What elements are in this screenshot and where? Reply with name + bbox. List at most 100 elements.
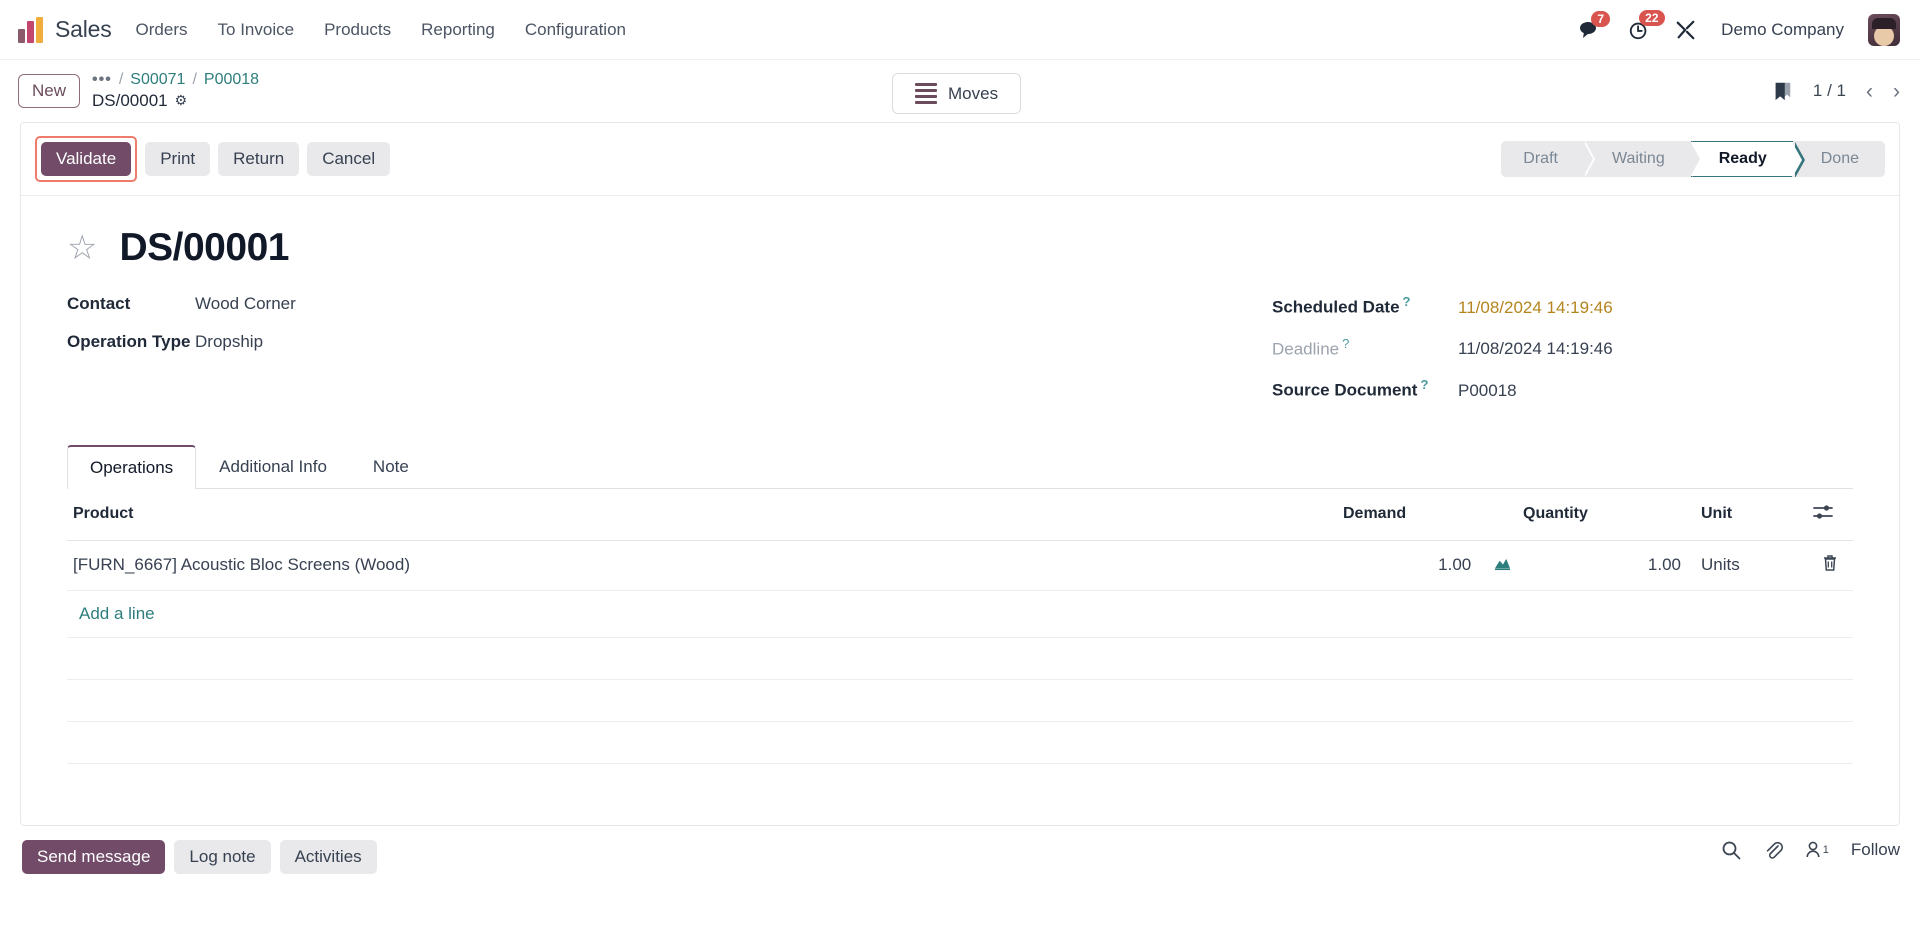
pager: 1 / 1 ‹ › [1771,79,1900,103]
favorite-star-icon[interactable]: ☆ [67,231,97,265]
field-operation-type: Operation Type Dropship [67,332,960,352]
empty-row [67,679,1853,722]
empty-row [67,721,1853,764]
menu-item-products[interactable]: Products [324,20,391,40]
odoo-logo-icon [18,16,43,43]
column-header-demand[interactable]: Demand [1337,488,1517,541]
field-deadline-value[interactable]: 11/08/2024 14:19:46 [1458,339,1613,359]
form-column-right: Scheduled Date? 11/08/2024 14:19:46 Dead… [960,294,1853,419]
tab-operations[interactable]: Operations [67,444,197,489]
cell-unit[interactable]: Units [1687,540,1807,591]
column-options-button[interactable] [1807,488,1853,541]
field-deadline-label: Deadline? [1272,335,1350,359]
navbar-right-area: 7 22 Demo Company [1579,9,1900,46]
breadcrumb-separator-1: / [118,71,124,89]
menu-item-reporting[interactable]: Reporting [421,20,495,40]
status-ready[interactable]: Ready [1690,141,1805,177]
follow-button[interactable]: Follow [1851,840,1900,860]
tab-additional-info[interactable]: Additional Info [196,445,350,489]
activities-badge: 22 [1639,9,1665,26]
table-header-row: Product Demand Quantity Unit [67,488,1853,541]
moves-smart-button[interactable]: Moves [892,73,1022,114]
add-a-line-button[interactable]: Add a line [73,591,161,637]
add-line-row: Add a line [67,590,1853,638]
chatter: Send message Log note Activities 1 Follo… [0,826,1920,926]
moves-smart-button-label: Moves [948,83,999,103]
help-tooltip-icon: ? [1402,294,1411,309]
field-contact-value[interactable]: Wood Corner [195,294,296,314]
field-scheduled-date-value[interactable]: 11/08/2024 14:19:46 [1458,298,1613,318]
pager-next-button[interactable]: › [1893,81,1900,102]
field-source-document-label: Source Document? [1272,377,1429,400]
breadcrumb-bar: New ••• / S00071 / P00018 DS/00001 ⚙ Mov… [0,60,1920,122]
field-scheduled-date: Scheduled Date? 11/08/2024 14:19:46 [1272,294,1853,318]
column-header-quantity[interactable]: Quantity [1517,488,1687,541]
help-tooltip-icon: ? [1420,377,1429,393]
trash-icon[interactable] [1822,555,1838,576]
bars-icon [915,83,937,104]
status-done[interactable]: Done [1792,141,1885,177]
validate-button[interactable]: Validate [41,142,132,176]
log-note-button[interactable]: Log note [174,840,271,874]
menu-item-configuration[interactable]: Configuration [525,20,626,40]
print-button[interactable]: Print [145,142,211,176]
followers-button[interactable]: 1 [1805,840,1829,860]
tab-note[interactable]: Note [350,445,432,489]
notebook: Operations Additional Info Note Product … [67,444,1853,764]
delete-row-button[interactable] [1807,540,1853,591]
form-status-row: Validate Print Return Cancel Draft Waiti… [21,123,1899,196]
activities-button[interactable]: Activities [279,840,377,874]
cell-demand[interactable]: 1.00 [1337,540,1517,591]
breadcrumb-link-s00071[interactable]: S00071 [130,70,185,90]
status-waiting[interactable]: Waiting [1583,141,1702,177]
app-name[interactable]: Sales [55,16,112,43]
follower-count: 1 [1822,844,1829,856]
company-selector[interactable]: Demo Company [1721,20,1844,40]
help-tooltip-icon: ? [1342,335,1350,351]
column-header-unit[interactable]: Unit [1687,488,1807,541]
main-menu: Orders To Invoice Products Reporting Con… [136,20,626,40]
form-columns: Contact Wood Corner Operation Type Drops… [67,294,1853,419]
tools-icon[interactable] [1675,19,1697,41]
activity-clock-icon[interactable]: 22 [1627,9,1665,41]
form-body: ☆ DS/00001 Contact Wood Corner Operation… [21,196,1899,825]
field-scheduled-date-label: Scheduled Date? [1272,294,1411,317]
send-message-button[interactable]: Send message [22,840,166,874]
return-button[interactable]: Return [218,142,300,176]
notebook-tabs: Operations Additional Info Note [67,444,1853,489]
bookmark-icon[interactable] [1771,79,1793,103]
new-button[interactable]: New [18,74,81,108]
field-deadline: Deadline? 11/08/2024 14:19:46 [1272,336,1853,360]
messages-icon[interactable]: 7 [1579,10,1611,40]
attachment-paperclip-icon[interactable] [1763,840,1783,860]
pager-count[interactable]: 1 / 1 [1813,81,1846,101]
menu-item-to-invoice[interactable]: To Invoice [218,20,295,40]
column-header-product[interactable]: Product [67,488,1337,541]
top-navbar: Sales Orders To Invoice Products Reporti… [0,0,1920,60]
form-action-buttons: Validate Print Return Cancel [35,136,391,182]
empty-row [67,637,1853,680]
field-contact: Contact Wood Corner [67,294,960,314]
forecast-report-icon[interactable] [1494,556,1511,576]
status-draft[interactable]: Draft [1501,141,1595,177]
breadcrumb-link-p00018[interactable]: P00018 [204,70,259,90]
breadcrumb-current-record: DS/00001 [92,91,168,111]
page-title: DS/00001 [119,226,289,269]
cancel-button[interactable]: Cancel [307,142,391,176]
operations-table: Product Demand Quantity Unit [FURN_6667]… [67,488,1853,764]
table-row[interactable]: [FURN_6667] Acoustic Bloc Screens (Wood)… [67,540,1853,591]
breadcrumb-separator-2: / [192,71,197,89]
pager-previous-button[interactable]: ‹ [1866,81,1873,102]
search-icon[interactable] [1721,840,1741,860]
field-source-document-value[interactable]: P00018 [1458,381,1517,401]
cell-quantity[interactable]: 1.00 [1517,540,1687,591]
field-operation-type-value[interactable]: Dropship [195,332,263,352]
cell-product[interactable]: [FURN_6667] Acoustic Bloc Screens (Wood) [67,540,1337,591]
menu-item-orders[interactable]: Orders [136,20,188,40]
breadcrumb-overflow-button[interactable]: ••• [92,70,112,90]
sliders-icon[interactable] [1813,505,1833,525]
avatar[interactable] [1868,13,1900,46]
form-column-left: Contact Wood Corner Operation Type Drops… [67,294,960,419]
chatter-buttons: Send message Log note Activities [22,840,377,874]
gear-icon[interactable]: ⚙ [175,92,188,110]
